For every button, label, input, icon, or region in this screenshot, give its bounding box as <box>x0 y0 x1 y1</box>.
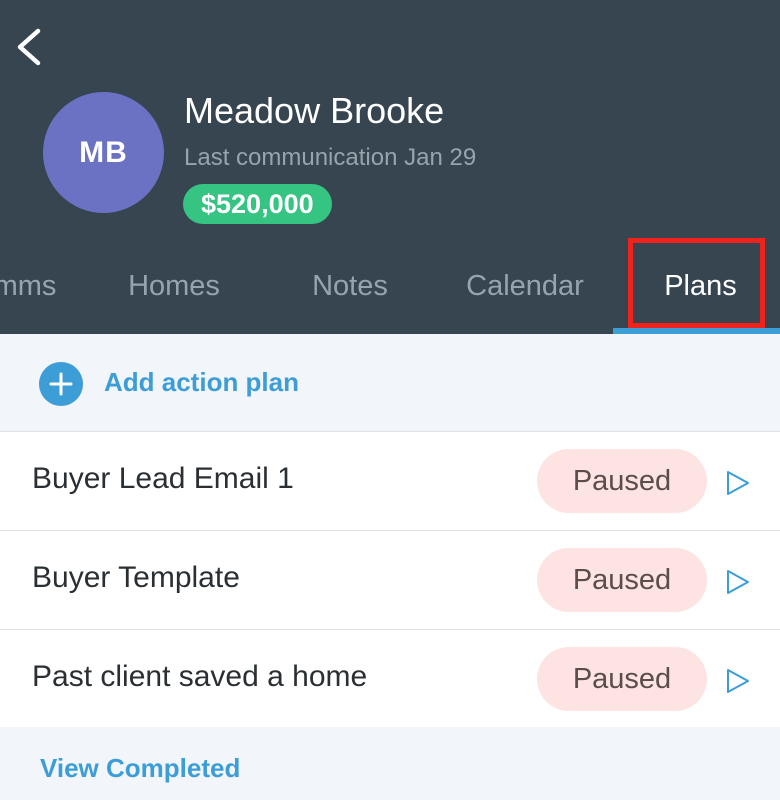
status-badge: Paused <box>537 449 707 513</box>
play-icon[interactable] <box>726 668 750 694</box>
avatar: MB <box>43 92 164 213</box>
play-icon[interactable] <box>726 569 750 595</box>
tab-comms[interactable]: mms <box>0 250 70 328</box>
add-action-plan-button[interactable]: Add action plan <box>0 334 780 431</box>
tab-plans[interactable]: Plans <box>632 250 769 328</box>
tab-calendar[interactable]: Calendar <box>445 250 605 328</box>
plan-name: Buyer Template <box>32 561 240 594</box>
list-item[interactable]: Buyer Template Paused <box>0 530 780 629</box>
deal-value-badge: $520,000 <box>183 184 332 224</box>
contact-header: MB Meadow Brooke Last communication Jan … <box>0 0 780 334</box>
contact-name: Meadow Brooke <box>184 90 445 131</box>
plus-icon <box>39 362 83 406</box>
list-item[interactable]: Buyer Lead Email 1 Paused <box>0 431 780 530</box>
list-item[interactable]: Past client saved a home Paused <box>0 629 780 728</box>
add-action-plan-label: Add action plan <box>104 367 299 397</box>
back-button[interactable] <box>10 22 50 72</box>
plan-name: Buyer Lead Email 1 <box>32 462 294 495</box>
plan-name: Past client saved a home <box>32 660 368 693</box>
status-badge: Paused <box>537 647 707 711</box>
last-communication: Last communication Jan 29 <box>184 144 477 171</box>
view-completed-button[interactable]: View Completed <box>0 727 780 800</box>
play-icon[interactable] <box>726 470 750 496</box>
action-plan-list: Buyer Lead Email 1 Paused Buyer Template… <box>0 431 780 728</box>
chevron-left-icon <box>17 28 41 66</box>
tab-notes[interactable]: Notes <box>280 250 420 328</box>
tab-bar: mms Homes Notes Calendar Plans <box>0 250 780 334</box>
tab-homes[interactable]: Homes <box>100 250 248 328</box>
view-completed-label: View Completed <box>40 753 241 783</box>
avatar-initials: MB <box>79 135 128 169</box>
status-badge: Paused <box>537 548 707 612</box>
